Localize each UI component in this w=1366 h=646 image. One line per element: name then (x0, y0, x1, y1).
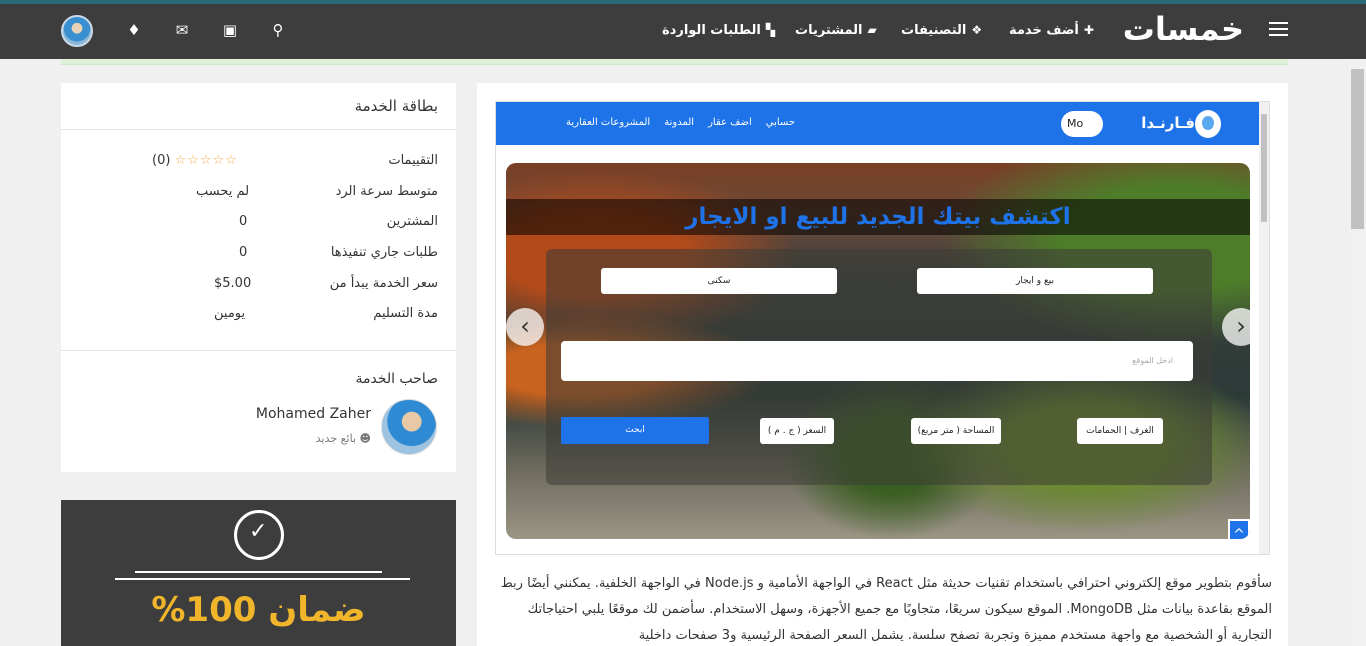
select-category: سكنى (601, 268, 837, 294)
guarantee-banner: ضمان 100% (61, 500, 456, 646)
location-input: ادخل الموقع (561, 341, 1193, 381)
page-scrollbar[interactable] (1349, 59, 1366, 646)
bell-icon[interactable]: ♦ (125, 21, 143, 39)
scrollbar-thumb[interactable] (1351, 69, 1364, 229)
owner-section-title: صاحب الخدمة (355, 371, 438, 387)
preview-link-projects: المشروعات العقارية (566, 117, 651, 128)
select-type: بيع و ايجار (917, 268, 1153, 294)
cubes-icon: ❖ (971, 23, 983, 37)
preview-brand: فـارنـدا (1141, 114, 1195, 132)
nav-incoming-orders[interactable]: ▚ الطلبات الواردة (662, 21, 775, 39)
preview-scrollbar (1259, 102, 1269, 554)
truck-icon: ▚ (765, 23, 776, 37)
chevron-left-icon: ‹ (506, 308, 544, 346)
badge-check-icon (234, 510, 284, 560)
plus-icon: ✚ (1083, 23, 1094, 37)
preview-link-account: حسابي (765, 117, 796, 128)
owner-avatar[interactable] (381, 399, 437, 455)
row-buyers: المشترين 0 (239, 214, 438, 229)
preview-scrollbar-thumb (1261, 114, 1267, 222)
search-button: ابحث (561, 417, 709, 444)
filter-price: السعر ( ج . م ) (760, 418, 834, 444)
preview-nav-links: حسابي اضف عقار المدونة المشروعات العقاري… (566, 117, 795, 128)
owner-level: بائع جديد ☻ (315, 432, 371, 445)
nav-categories[interactable]: ❖ التصنيفات (901, 21, 982, 39)
row-ratings: التقييمات (0) ☆☆☆☆☆ (152, 153, 438, 168)
divider (135, 571, 382, 573)
envelope-icon[interactable]: ✉ (173, 21, 191, 39)
nav-add-service[interactable]: ✚ أضف خدمة (1009, 21, 1094, 39)
row-delivery: مدة التسليم يومين (214, 306, 438, 321)
chevron-right-icon: › (1222, 308, 1250, 346)
service-card-header: بطاقة الخدمة (61, 83, 456, 130)
preview-link-blog: المدونة (664, 117, 695, 128)
preview-user-chip: Mo (1061, 111, 1103, 137)
row-price: سعر الخدمة يبدأ من $5.00 (214, 276, 438, 291)
preview-hero: اكتشف بيتك الجديد للبيع او الايجار بيع و… (506, 163, 1250, 539)
divider (115, 578, 410, 580)
divider (61, 350, 456, 351)
nav-purchases[interactable]: ▰ المشتريات (795, 21, 877, 39)
success-alert (61, 59, 1288, 65)
filter-rooms: الغرف | الحمامات (1077, 418, 1163, 444)
service-card: بطاقة الخدمة التقييمات (0) ☆☆☆☆☆ متوسط س… (61, 83, 456, 472)
owner-name-link[interactable]: Mohamed Zaher (256, 406, 371, 422)
avatar[interactable] (61, 15, 93, 47)
cart-icon[interactable]: ▣ (221, 21, 239, 39)
drop-logo-icon (1195, 110, 1221, 138)
star-rating-icon: ☆☆☆☆☆ (174, 153, 238, 168)
service-description: سأقوم بتطوير موقع إلكتروني احترافي باستخ… (500, 576, 1272, 643)
hero-title: اكتشف بيتك الجديد للبيع او الايجار (685, 204, 1071, 230)
preview-link-add-property: اضف عقار (708, 117, 752, 128)
scroll-top-icon: ^ (1228, 519, 1250, 539)
menu-icon[interactable] (1269, 22, 1288, 36)
user-icon: ☻ (359, 432, 371, 445)
service-preview-image: فـارنـدا Mo حسابي اضف عقار المدونة المشر… (495, 101, 1270, 555)
row-response-time: متوسط سرعة الرد لم يحسب (196, 184, 438, 199)
service-card-title: بطاقة الخدمة (354, 97, 438, 115)
filter-area: المساحة ( متر مربع) (911, 418, 1001, 444)
guarantee-text: ضمان 100% (151, 590, 366, 630)
search-icon[interactable]: ⚲ (269, 21, 287, 39)
preview-navbar: فـارنـدا Mo حسابي اضف عقار المدونة المشر… (496, 102, 1261, 145)
site-logo[interactable]: خمسات (1112, 11, 1244, 47)
folder-open-icon: ▰ (867, 23, 877, 37)
row-orders-in-progress: طلبات جاري تنفيذها 0 (239, 245, 438, 260)
ratings-count: (0) (152, 153, 171, 168)
